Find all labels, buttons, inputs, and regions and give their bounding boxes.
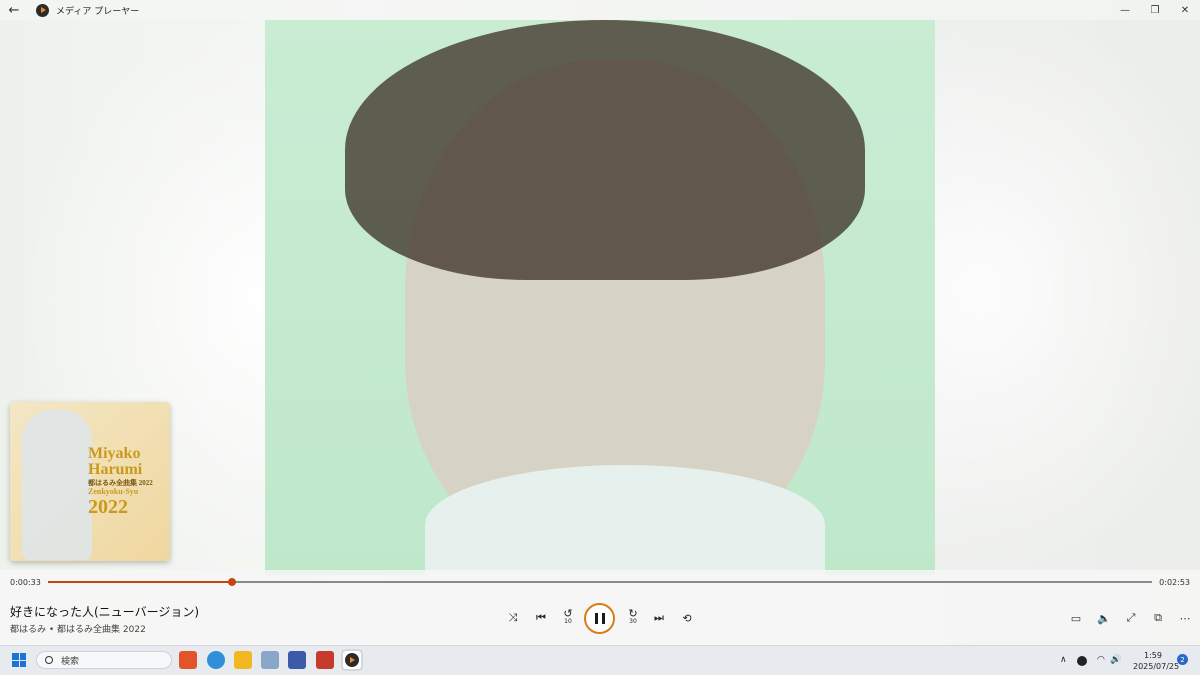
album-art-thumbnail[interactable]: Miyako Harumi 都はるみ全曲集 2022 Zenkyoku-Syu … <box>10 402 170 561</box>
cover-text-line3: 都はるみ全曲集 2022 <box>88 479 153 487</box>
search-placeholder: 検索 <box>61 656 80 667</box>
clock-date: 2025/07/25 <box>1133 662 1180 671</box>
window-title: メディア プレーヤー <box>56 6 140 17</box>
media-player-app-icon <box>36 3 49 17</box>
fullscreen-icon[interactable]: ⤢ <box>1122 610 1140 626</box>
track-title: 好きになった人(ニューバージョン) <box>10 605 200 619</box>
start-button[interactable] <box>12 653 26 667</box>
file-explorer-icon[interactable] <box>234 651 252 669</box>
minimize-button[interactable]: — <box>1110 0 1140 20</box>
search-icon <box>45 656 53 664</box>
tray-chevron-icon[interactable]: ∧ <box>1060 655 1067 665</box>
tray-volume-icon[interactable]: 🔊 <box>1110 655 1121 665</box>
cover-text-line2: Harumi <box>88 461 143 478</box>
media-player-icon <box>345 653 359 667</box>
skip-back-glyph: ↺ <box>563 607 573 620</box>
cover-text-line5: 2022 <box>88 496 128 518</box>
skip-forward-seconds: 30 <box>629 618 637 625</box>
seek-bar[interactable] <box>48 578 1152 586</box>
shuffle-icon[interactable]: ⤨ <box>504 609 522 627</box>
cover-text-line4: Zenkyoku-Syu <box>88 487 139 496</box>
captions-icon[interactable]: ▭ <box>1067 610 1085 626</box>
thumbnail-cover-text: Miyako Harumi 都はるみ全曲集 2022 Zenkyoku-Syu … <box>88 445 168 518</box>
skip-back-10-icon[interactable]: ↺ 10 <box>559 607 577 627</box>
back-button[interactable]: ← <box>0 0 28 20</box>
notification-badge[interactable]: 2 <box>1177 654 1188 665</box>
cover-text-line1: Miyako <box>88 445 141 462</box>
next-icon[interactable]: ⏭ <box>650 609 668 627</box>
volume-icon[interactable]: 🔈 <box>1095 610 1113 626</box>
speaker-app-icon[interactable] <box>316 651 334 669</box>
more-options-icon[interactable]: ⋯ <box>1176 610 1194 626</box>
pause-icon <box>594 613 605 624</box>
title-bar: ← メディア プレーヤー — ❐ ✕ <box>0 0 1200 20</box>
media-player-taskbar-icon[interactable] <box>343 651 361 669</box>
photos-app-icon[interactable] <box>261 651 279 669</box>
skip-forward-30-icon[interactable]: ↻ 30 <box>624 607 642 627</box>
thumbnail-figure-placeholder <box>22 410 92 560</box>
close-button[interactable]: ✕ <box>1170 0 1200 20</box>
taskbar-clock[interactable]: 1:59 2025/07/25 <box>1133 650 1180 672</box>
previous-icon[interactable]: ⏮ <box>532 609 550 627</box>
brave-browser-icon[interactable] <box>179 651 197 669</box>
pause-button[interactable] <box>584 603 615 634</box>
taskbar-search-box[interactable]: 検索 <box>36 651 172 669</box>
seek-bar-fill <box>48 581 233 583</box>
album-art-kimono-placeholder <box>425 465 825 575</box>
skip-back-seconds: 10 <box>564 618 572 625</box>
repeat-icon[interactable]: ⟲ <box>678 609 696 627</box>
skip-forward-glyph: ↻ <box>628 607 638 620</box>
word-app-icon[interactable] <box>288 651 306 669</box>
album-art-large <box>265 20 935 575</box>
duration-time: 0:02:53 <box>1159 578 1190 587</box>
tray-app-icon[interactable] <box>1077 656 1087 666</box>
miniplayer-icon[interactable]: ⧉ <box>1149 610 1167 626</box>
window-controls: — ❐ ✕ <box>1110 0 1200 20</box>
current-time: 0:00:33 <box>10 578 41 587</box>
wifi-icon[interactable]: ◠ <box>1097 655 1105 665</box>
restore-button[interactable]: ❐ <box>1140 0 1170 20</box>
album-art-hair-placeholder <box>345 20 865 280</box>
clock-time: 1:59 <box>1144 651 1162 660</box>
internet-explorer-icon[interactable] <box>207 651 225 669</box>
track-artist-album[interactable]: 都はるみ • 都はるみ全曲集 2022 <box>10 622 146 635</box>
